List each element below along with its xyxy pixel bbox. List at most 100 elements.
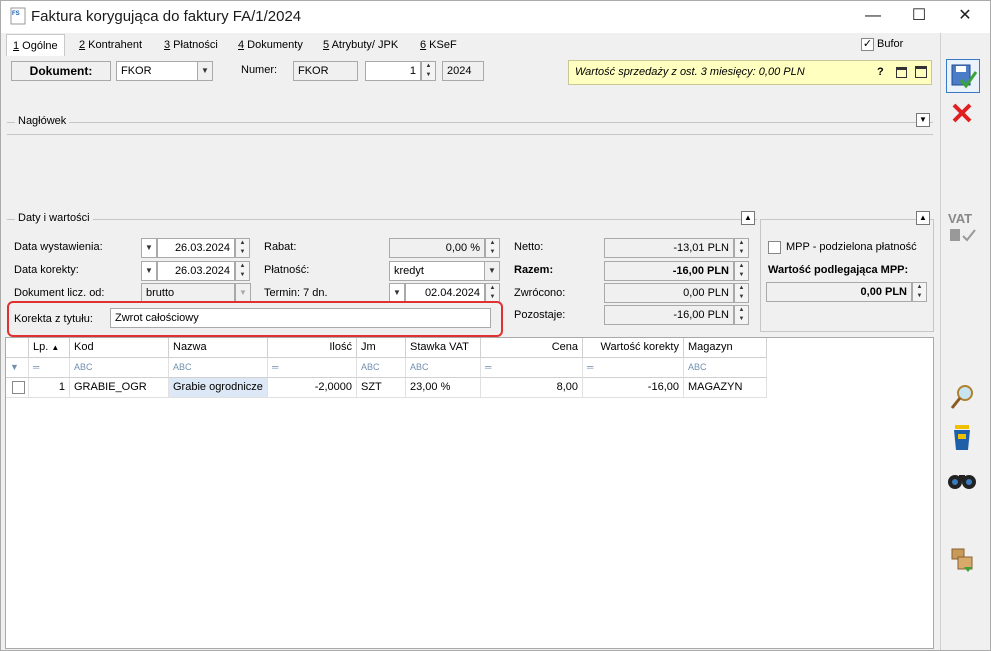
- vat-button[interactable]: VAT: [946, 211, 980, 245]
- data-korekty-spinner[interactable]: ▲ ▼: [235, 261, 250, 281]
- daty-collapse-icon[interactable]: ▲: [741, 211, 755, 225]
- data-wystawienia-spinner[interactable]: ▲ ▼: [235, 238, 250, 258]
- items-grid[interactable]: Lp. ▲ Kod Nazwa Ilość Jm Stawka VAT Cena…: [5, 337, 934, 649]
- document-type-select[interactable]: FKOR: [116, 61, 198, 81]
- filter-lp[interactable]: ═: [29, 358, 70, 378]
- sort-asc-icon: ▲: [51, 343, 60, 352]
- column-header-lp[interactable]: Lp. ▲: [29, 338, 70, 358]
- chevron-down-icon[interactable]: ▼: [141, 238, 157, 258]
- table-cell-nazwa[interactable]: Grabie ogrodnicze: [169, 378, 268, 398]
- zwrocono-spinner: ▲ ▼: [734, 283, 749, 303]
- tab-platnosci[interactable]: 3 Płatności: [158, 37, 224, 57]
- cancel-button[interactable]: [946, 97, 980, 131]
- korekta-label: Korekta z tytułu:: [14, 313, 93, 325]
- export-button[interactable]: [946, 543, 980, 577]
- close-button[interactable]: ✕: [942, 1, 988, 33]
- grid-corner: [6, 338, 29, 358]
- dokument-licz-select[interactable]: brutto: [141, 283, 235, 303]
- maximize-icon[interactable]: [915, 66, 927, 78]
- row-checkbox[interactable]: [12, 381, 25, 394]
- table-cell-magazyn[interactable]: MAGAZYN: [684, 378, 767, 398]
- filter-magazyn[interactable]: ABC: [684, 358, 767, 378]
- dokument-button[interactable]: Dokument:: [11, 61, 111, 81]
- chevron-down-icon[interactable]: ▼: [197, 61, 213, 81]
- row-select-cell[interactable]: [6, 378, 29, 398]
- chevron-down-icon[interactable]: ▼: [484, 261, 500, 281]
- restore-icon[interactable]: [896, 67, 907, 78]
- filter-kod[interactable]: ABC: [70, 358, 169, 378]
- table-cell-jm[interactable]: SZT: [357, 378, 406, 398]
- filter-stawka-vat[interactable]: ABC: [406, 358, 481, 378]
- chevron-down-icon[interactable]: ▼: [141, 261, 157, 281]
- column-header-jm[interactable]: Jm: [357, 338, 406, 358]
- data-wystawienia-field[interactable]: 26.03.2024: [157, 238, 235, 258]
- table-cell-kod[interactable]: GRABIE_OGR: [70, 378, 169, 398]
- table-cell-ilosc[interactable]: -2,0000: [268, 378, 357, 398]
- svg-text:FS: FS: [12, 11, 20, 17]
- binoculars-icon: [948, 475, 976, 489]
- naglowek-expand-icon[interactable]: ▼: [916, 113, 930, 127]
- column-header-ilosc[interactable]: Ilość: [268, 338, 357, 358]
- zwrocono-label: Zwrócono:: [514, 287, 566, 299]
- filter-jm[interactable]: ABC: [357, 358, 406, 378]
- zwrocono-field: 0,00 PLN: [604, 283, 734, 303]
- platnosc-select[interactable]: kredyt: [389, 261, 485, 281]
- mpp-checkbox[interactable]: [768, 241, 781, 254]
- column-header-magazyn[interactable]: Magazyn: [684, 338, 767, 358]
- tab-atrybuty-jpk[interactable]: 5 Atrybuty/ JPK: [317, 37, 404, 57]
- column-header-kod[interactable]: Kod: [70, 338, 169, 358]
- tab-ksef[interactable]: 6 KSeF: [414, 37, 463, 57]
- data-korekty-field[interactable]: 26.03.2024: [157, 261, 235, 281]
- chevron-down-icon[interactable]: ▼: [235, 283, 251, 303]
- tab-dokumenty[interactable]: 4 Dokumenty: [232, 37, 309, 57]
- action-sidebar: VAT: [940, 33, 990, 650]
- tab-kontrahent[interactable]: 2 Kontrahent: [73, 37, 148, 57]
- column-header-cena[interactable]: Cena: [481, 338, 583, 358]
- rabat-field: 0,00 %: [389, 238, 485, 258]
- table-cell-wartosc[interactable]: -16,00: [583, 378, 684, 398]
- table-cell-cena[interactable]: 8,00: [481, 378, 583, 398]
- data-korekty-label: Data korekty:: [14, 264, 79, 276]
- razem-label: Razem:: [514, 264, 554, 276]
- filter-ilosc[interactable]: ═: [268, 358, 357, 378]
- help-icon[interactable]: ?: [877, 61, 884, 84]
- korekta-field[interactable]: Zwrot całościowy: [110, 308, 491, 328]
- filter-wartosc[interactable]: ═: [583, 358, 684, 378]
- column-header-stawka-vat[interactable]: Stawka VAT: [406, 338, 481, 358]
- trash-bin-icon: [954, 425, 970, 450]
- vat-label: VAT: [948, 211, 973, 226]
- minimize-button[interactable]: —: [850, 1, 896, 33]
- chevron-down-icon[interactable]: ▼: [389, 283, 405, 303]
- mpp-wartosc-spinner: ▲ ▼: [912, 282, 927, 302]
- red-x-icon: [952, 103, 972, 123]
- filter-nazwa[interactable]: ABC: [169, 358, 268, 378]
- column-header-wartosc-korekty[interactable]: Wartość korekty: [583, 338, 684, 358]
- save-button[interactable]: [946, 59, 980, 93]
- numer-spinner[interactable]: ▲ ▼: [421, 61, 436, 81]
- delete-button[interactable]: [946, 421, 980, 455]
- tab-ogolne[interactable]: 1 Ogólne: [6, 34, 65, 57]
- numer-value-field[interactable]: 1: [365, 61, 421, 81]
- search-button[interactable]: [946, 381, 980, 415]
- dokument-licz-label: Dokument licz. od:: [14, 287, 105, 299]
- daty-label: Daty i wartości: [15, 212, 93, 224]
- rabat-spinner: ▲ ▼: [485, 238, 500, 258]
- bufor-checkbox[interactable]: ✓: [861, 38, 874, 51]
- filter-cena[interactable]: ═: [481, 358, 583, 378]
- termin-label: Termin: 7 dn.: [264, 287, 328, 299]
- table-cell-vat[interactable]: 23,00 %: [406, 378, 481, 398]
- termin-spinner[interactable]: ▲ ▼: [485, 283, 500, 303]
- preview-button[interactable]: [946, 463, 980, 497]
- table-cell-lp[interactable]: 1: [29, 378, 70, 398]
- netto-field: -13,01 PLN: [604, 238, 734, 258]
- save-disk-icon: [951, 64, 978, 89]
- mpp-collapse-icon[interactable]: ▲: [916, 211, 930, 225]
- termin-field[interactable]: 02.04.2024: [405, 283, 485, 303]
- tab-bar: 1 Ogólne 2 Kontrahent 3 Płatności 4 Doku…: [1, 33, 940, 57]
- naglowek-divider: [7, 122, 933, 123]
- column-header-nazwa[interactable]: Nazwa: [169, 338, 268, 358]
- pozostaje-field: -16,00 PLN: [604, 305, 734, 325]
- maximize-button[interactable]: ☐: [896, 1, 942, 33]
- filter-funnel-icon[interactable]: ▼: [6, 358, 29, 378]
- bufor-label: Bufor: [877, 38, 904, 50]
